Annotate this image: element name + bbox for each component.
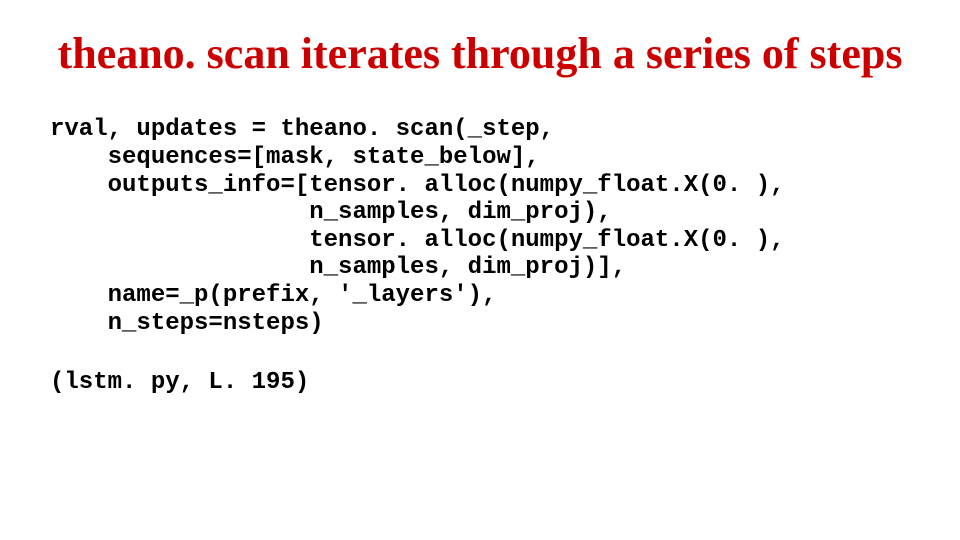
source-reference: (lstm. py, L. 195) (50, 369, 910, 396)
slide-title: theano. scan iterates through a series o… (50, 30, 910, 78)
code-block: rval, updates = theano. scan(_step, sequ… (50, 116, 910, 337)
slide-container: theano. scan iterates through a series o… (0, 0, 960, 540)
